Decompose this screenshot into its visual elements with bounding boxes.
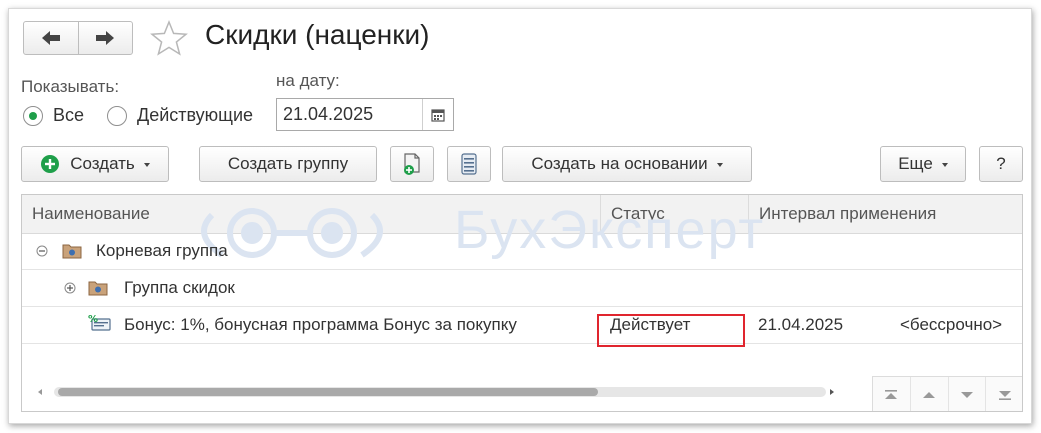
scroll-up-button[interactable]: [910, 377, 949, 411]
date-input[interactable]: 21.04.2025: [277, 99, 422, 130]
discounts-table: Наименование Статус Интервал применения …: [21, 194, 1023, 412]
horizontal-scrollbar[interactable]: [22, 381, 862, 403]
scroll-top-button[interactable]: [873, 377, 911, 411]
chevron-down-icon: [716, 163, 723, 167]
arrow-right-icon: [96, 31, 115, 45]
expand-icon[interactable]: [64, 282, 76, 294]
double-chevron-down-icon: [998, 390, 1011, 400]
create-group-button-label: Создать группу: [227, 154, 349, 173]
chevron-up-icon: [923, 391, 936, 398]
create-button-label: Создать: [70, 154, 135, 173]
column-header-name[interactable]: Наименование: [22, 195, 600, 233]
table-row[interactable]: Группа скидок: [22, 270, 1022, 307]
column-header-status[interactable]: Статус: [600, 195, 748, 233]
scroll-left-icon[interactable]: [36, 388, 44, 396]
scroll-bottom-button[interactable]: [986, 377, 1022, 411]
table-row[interactable]: Корневая группа: [22, 233, 1022, 270]
radio-active[interactable]: [107, 106, 127, 126]
radio-all-label[interactable]: Все: [53, 105, 84, 126]
row-interval-from: 21.04.2025: [758, 315, 844, 334]
collapse-icon[interactable]: [36, 245, 48, 257]
list-icon: [461, 153, 477, 175]
row-name: Группа скидок: [124, 278, 235, 297]
create-based-on-label: Создать на основании: [531, 154, 708, 173]
help-button[interactable]: ?: [979, 146, 1023, 182]
calendar-button[interactable]: [422, 99, 453, 130]
discount-item-icon: %: [88, 314, 111, 331]
row-name: Корневая группа: [96, 241, 228, 260]
arrow-left-icon: [41, 31, 60, 45]
double-chevron-up-icon: [885, 389, 898, 399]
row-navigation: [872, 376, 1022, 411]
scroll-down-button[interactable]: [948, 377, 987, 411]
calendar-icon: [431, 108, 445, 122]
date-field[interactable]: 21.04.2025: [276, 98, 454, 131]
status-highlight-box: [597, 314, 745, 347]
chevron-down-icon: [960, 391, 973, 398]
date-label: на дату:: [276, 71, 340, 90]
page-title: Скидки (наценки): [205, 19, 430, 50]
folder-icon: [62, 244, 82, 259]
favorite-star-icon[interactable]: [150, 20, 188, 56]
copy-document-button[interactable]: [390, 146, 434, 182]
back-button[interactable]: [24, 22, 78, 54]
help-button-label: ?: [996, 154, 1006, 173]
folder-icon: [88, 281, 108, 296]
create-group-button[interactable]: Создать группу: [199, 146, 377, 182]
chevron-down-icon: [143, 163, 150, 167]
scroll-right-icon[interactable]: [828, 388, 836, 396]
row-name: Бонус: 1%, бонусная программа Бонус за п…: [124, 315, 517, 334]
forward-button[interactable]: [77, 22, 133, 54]
discounts-window: Скидки (наценки) Показывать: на дату: Вс…: [8, 8, 1032, 424]
show-label: Показывать:: [21, 77, 120, 96]
list-view-button[interactable]: [447, 146, 491, 182]
more-button[interactable]: Еще: [880, 146, 966, 182]
plus-circle-icon: [41, 155, 60, 173]
scrollbar-thumb[interactable]: [58, 388, 598, 396]
svg-text:%: %: [88, 314, 98, 325]
chevron-down-icon: [941, 163, 948, 167]
radio-all[interactable]: [23, 106, 43, 126]
document-add-icon: [404, 153, 420, 175]
navigation-buttons: [23, 21, 133, 55]
more-button-label: Еще: [898, 154, 933, 173]
row-interval-to: <бессрочно>: [900, 315, 1003, 334]
radio-active-label[interactable]: Действующие: [137, 105, 253, 126]
column-header-interval[interactable]: Интервал применения: [748, 195, 1022, 233]
table-header: Наименование Статус Интервал применения: [22, 195, 1022, 234]
table-row[interactable]: % Бонус: 1%, бонусная программа Бонус за…: [22, 307, 1022, 344]
create-based-on-button[interactable]: Создать на основании: [502, 146, 752, 182]
create-button[interactable]: Создать: [21, 146, 169, 182]
